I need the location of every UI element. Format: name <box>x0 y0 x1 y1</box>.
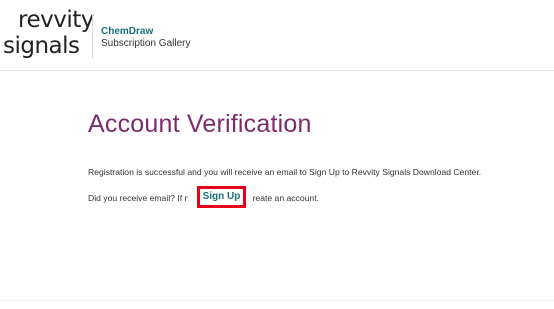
page-title: Account Verification <box>88 110 312 138</box>
product-subtitle: Subscription Gallery <box>101 38 191 49</box>
header-divider <box>92 14 93 58</box>
highlight-mask-left <box>188 190 197 204</box>
sign-up-link[interactable]: Sign Up <box>197 186 246 208</box>
product-name: ChemDraw <box>101 26 154 37</box>
logo-line1: revvity <box>18 7 94 33</box>
page: revvity signals ChemDraw Subscription Ga… <box>0 0 554 309</box>
logo-line2: signals <box>3 33 80 59</box>
registration-message: Registration is successful and you will … <box>88 167 482 177</box>
product-label: ChemDraw Subscription Gallery <box>101 26 190 50</box>
footer-divider <box>0 300 554 301</box>
prompt-after: create an account. <box>248 193 319 203</box>
prompt-before: Did you receive email? If n <box>88 193 190 203</box>
highlight-mask-right <box>246 190 252 204</box>
header: revvity signals ChemDraw Subscription Ga… <box>0 0 554 71</box>
revvity-signals-logo[interactable]: revvity signals <box>0 6 94 62</box>
